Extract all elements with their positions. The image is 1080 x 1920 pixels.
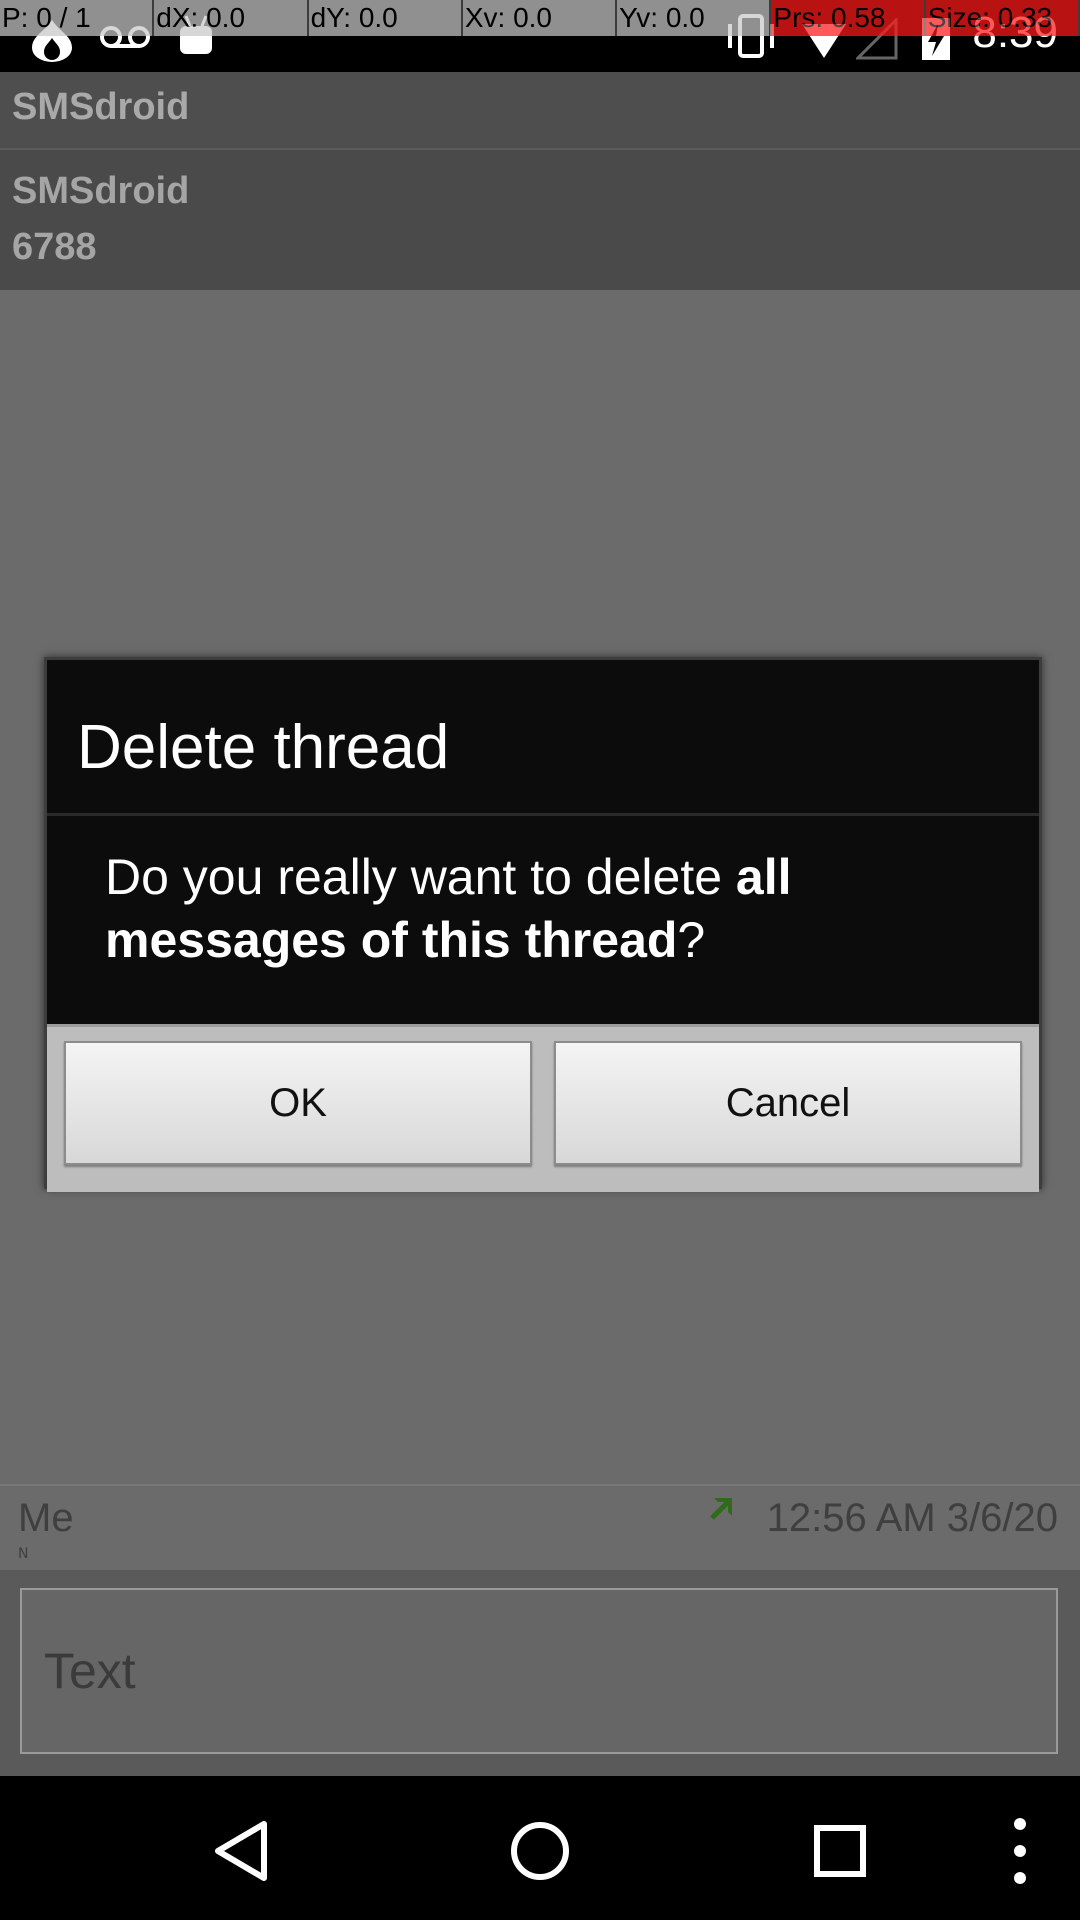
message-sender: Me — [18, 1496, 74, 1540]
delete-thread-dialog: Delete thread Do you really want to dele… — [44, 657, 1042, 1192]
pointer-count: P: 0 / 1 — [0, 0, 155, 36]
message-input[interactable] — [22, 1590, 1056, 1752]
recents-icon[interactable] — [795, 1806, 885, 1896]
sent-arrow-icon — [710, 1498, 732, 1520]
ok-button[interactable]: OK — [64, 1041, 532, 1165]
pointer-location-overlay: P: 0 / 1 dX: 0.0 dY: 0.0 Xv: 0.0 Yv: 0.0… — [0, 0, 1080, 36]
compose-box[interactable] — [20, 1588, 1058, 1754]
pointer-yv: Yv: 0.0 — [617, 0, 772, 36]
app-bar: SMSdroid — [0, 72, 1080, 150]
cancel-button[interactable]: Cancel — [554, 1041, 1022, 1165]
home-icon[interactable] — [495, 1806, 585, 1896]
dialog-button-bar: OK Cancel — [47, 1024, 1039, 1192]
dialog-message: Do you really want to delete all message… — [105, 846, 985, 972]
app-title: SMSdroid — [12, 86, 190, 128]
message-timestamp: 12:56 AM 3/6/20 — [766, 1496, 1058, 1540]
list-item[interactable]: Me N 12:56 AM 3/6/20 — [0, 1484, 1080, 1570]
pointer-size: Size: 0.33 — [925, 0, 1080, 36]
thread-header[interactable]: SMSdroid 6788 — [0, 150, 1080, 290]
dialog-message-prefix: Do you really want to delete — [105, 849, 736, 905]
pointer-pressure: Prs: 0.58 — [771, 0, 926, 36]
pointer-dy: dY: 0.0 — [309, 0, 463, 36]
pointer-xv: Xv: 0.0 — [463, 0, 618, 36]
back-icon[interactable] — [196, 1806, 286, 1896]
navigation-bar — [0, 1776, 1080, 1920]
dialog-title: Delete thread — [77, 713, 450, 782]
contact-name: SMSdroid — [12, 170, 190, 212]
pointer-dx: dX: 0.0 — [154, 0, 309, 36]
dialog-divider — [47, 813, 1039, 816]
contact-number: 6788 — [12, 226, 97, 268]
overflow-menu-icon[interactable] — [975, 1806, 1065, 1896]
message-subtext: N — [18, 1546, 29, 1562]
dialog-message-suffix: ? — [677, 912, 706, 968]
